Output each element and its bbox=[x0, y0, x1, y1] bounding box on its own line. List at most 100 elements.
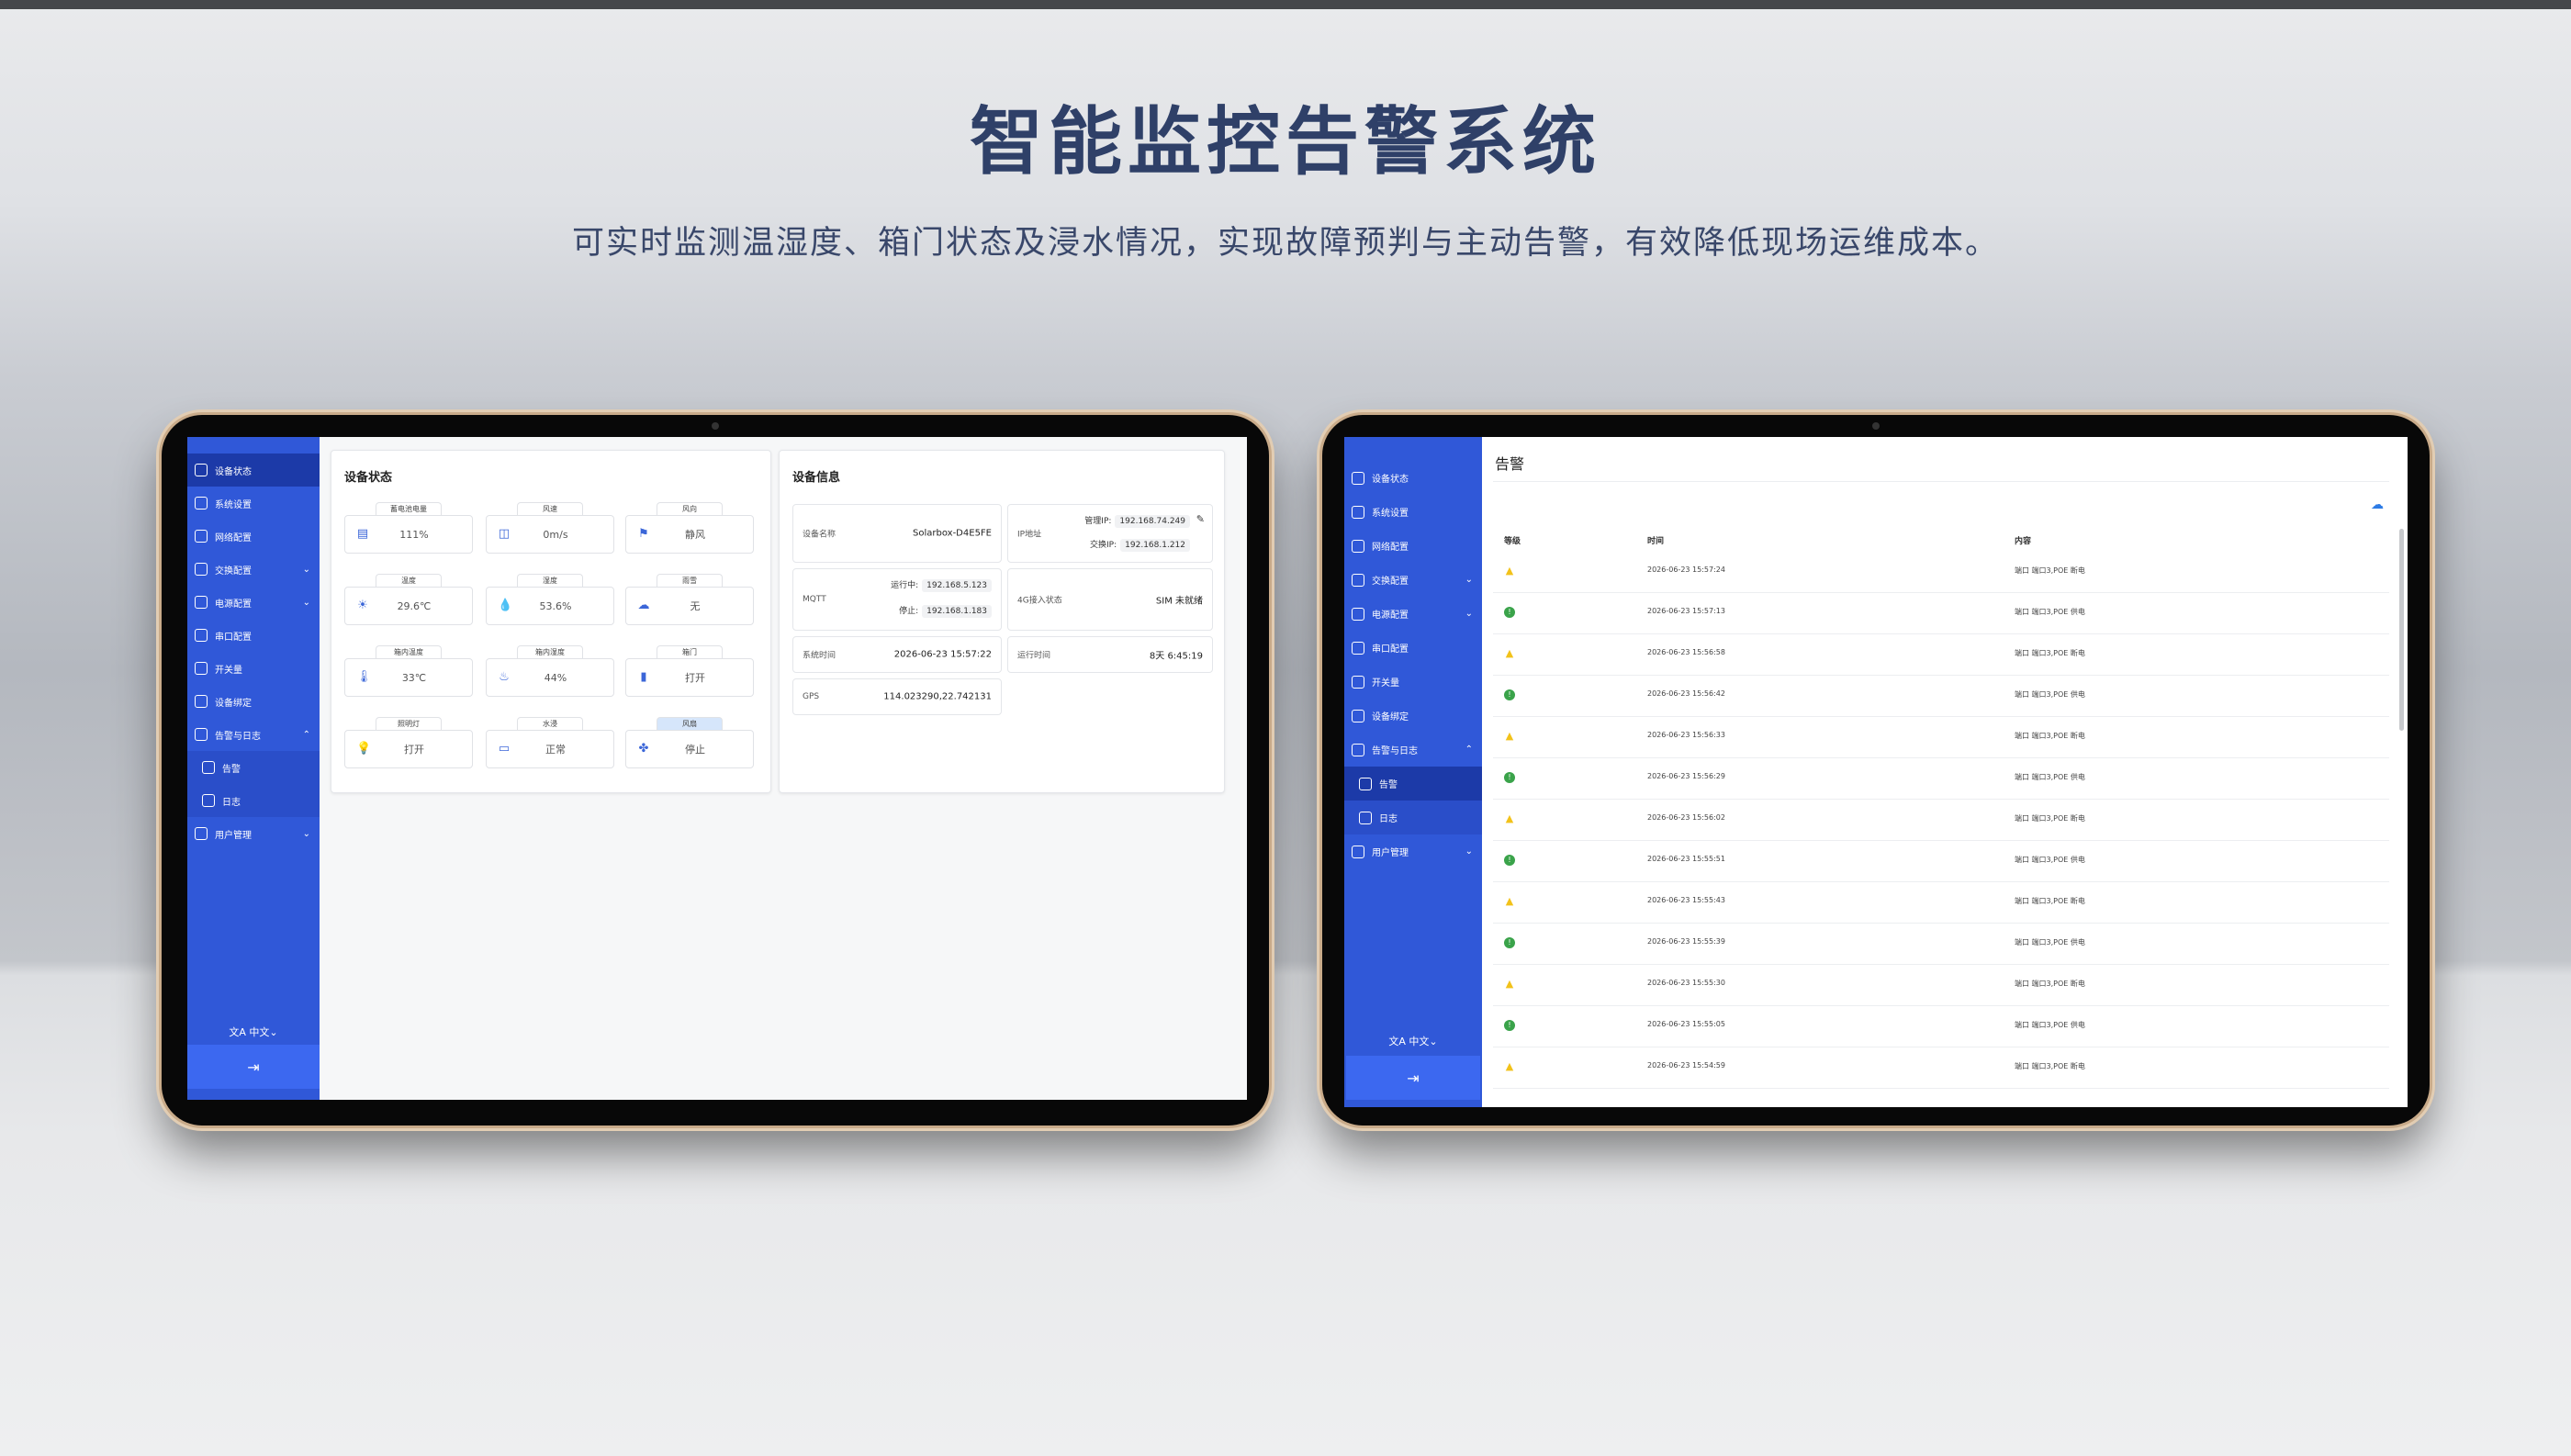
sensor-door: 箱门 ▮ 打开 bbox=[625, 645, 754, 699]
user-icon bbox=[195, 827, 208, 840]
switch-ip-row: 交换IP: 192.168.1.212 bbox=[1090, 538, 1190, 552]
logout-button[interactable]: ⇥ bbox=[187, 1045, 320, 1089]
warning-icon: ▲ bbox=[1505, 895, 1514, 907]
sidebar-item-1[interactable]: 系统设置 bbox=[1344, 495, 1482, 529]
alarm-page-title: 告警 bbox=[1495, 455, 1525, 473]
sensor-value: 0m/s bbox=[543, 528, 568, 541]
alarm-time: 2026-06-23 15:55:43 bbox=[1647, 896, 1725, 904]
sidebar-item-label: 系统设置 bbox=[1372, 509, 1409, 519]
mgmt-ip-label: 管理IP: bbox=[1084, 517, 1112, 526]
lte-status-value: SIM 未就绪 bbox=[1155, 596, 1203, 607]
alarm-time: 2026-06-23 15:57:24 bbox=[1647, 566, 1725, 574]
weather-icon: ☁ bbox=[637, 599, 650, 612]
sidebar-item-10[interactable]: 日志 bbox=[1344, 801, 1482, 834]
sidebar-item-5[interactable]: 串口配置 bbox=[187, 619, 320, 652]
sidebar-item-11[interactable]: 用户管理 ⌄ bbox=[187, 817, 320, 850]
sidebar-item-label: 告警 bbox=[222, 764, 241, 775]
sidebar-item-3[interactable]: 交换配置 ⌄ bbox=[1344, 563, 1482, 597]
sidebar-item-4[interactable]: 电源配置 ⌄ bbox=[187, 586, 320, 619]
toggle-icon bbox=[1352, 675, 1364, 689]
battery-icon bbox=[1352, 607, 1364, 621]
bell-icon bbox=[195, 728, 208, 741]
ok-icon: ! bbox=[1504, 855, 1515, 866]
alarm-time: 2026-06-23 15:57:13 bbox=[1647, 607, 1725, 615]
sidebar-item-0[interactable]: 设备状态 bbox=[1344, 461, 1482, 495]
sensor-weather: 雨雪 ☁ 无 bbox=[625, 574, 754, 627]
mqtt-stop-label: 停止: bbox=[899, 607, 919, 616]
sensor-battery: 蓄电池电量 ▤ 111% bbox=[344, 502, 473, 555]
sidebar-item-label: 开关量 bbox=[1372, 678, 1399, 689]
sidebar-item-7[interactable]: 设备绑定 bbox=[187, 685, 320, 718]
sidebar-item-1[interactable]: 系统设置 bbox=[187, 487, 320, 520]
uptime-value: 8天 6:45:19 bbox=[1149, 651, 1203, 662]
humidity-icon: 💧 bbox=[498, 599, 513, 612]
column-header-time: 时间 bbox=[1647, 537, 1665, 546]
system-time-value: 2026-06-23 15:57:22 bbox=[893, 649, 992, 660]
system-time-box: 系统时间 2026-06-23 15:57:22 bbox=[792, 636, 1002, 673]
sidebar-item-8[interactable]: 告警与日志 ⌃ bbox=[1344, 733, 1482, 767]
document-icon bbox=[1359, 811, 1372, 824]
sidebar-item-5[interactable]: 串口配置 bbox=[1344, 631, 1482, 665]
warning-icon: ▲ bbox=[1505, 730, 1514, 742]
sidebar-item-label: 用户管理 bbox=[1372, 848, 1409, 858]
cloud-download-icon[interactable]: ☁ bbox=[2371, 498, 2384, 512]
edit-icon[interactable]: ✎ bbox=[1196, 513, 1205, 525]
alarm-time: 2026-06-23 15:56:33 bbox=[1647, 731, 1725, 739]
sensor-value: 打开 bbox=[685, 672, 705, 684]
sensor-value: 无 bbox=[690, 600, 701, 612]
sidebar-item-0[interactable]: 设备状态 bbox=[187, 454, 320, 487]
sidebar-item-10[interactable]: 日志 bbox=[187, 784, 320, 817]
sensor-water: 水浸 ▭ 正常 bbox=[486, 717, 614, 770]
sensor-label: 湿度 bbox=[517, 574, 583, 588]
sensor-value-box: 💡 打开 bbox=[344, 730, 473, 768]
column-header-level: 等级 bbox=[1504, 537, 1521, 546]
table-row: ▲ 2026-06-23 15:57:24 端口 端口3,POE 断电 bbox=[1493, 551, 2389, 593]
alarm-content: 端口 端口3,POE 供电 bbox=[2015, 856, 2085, 864]
sidebar-item-label: 用户管理 bbox=[215, 830, 252, 841]
sensor-value-box: 🌡 33℃ bbox=[344, 658, 473, 697]
switch-icon bbox=[1352, 573, 1364, 587]
main-area: 设备状态 蓄电池电量 ▤ 111% 风速 ◫ 0m/s 风向 ⚑ 静风 温度 ☀ 29.6℃ 湿度 💧 53… bbox=[320, 437, 1247, 1100]
sidebar-item-2[interactable]: 网络配置 bbox=[1344, 529, 1482, 563]
table-row: ▲ 2026-06-23 15:55:43 端口 端口3,POE 断电 bbox=[1493, 881, 2389, 924]
sensor-label: 风速 bbox=[517, 502, 583, 516]
alarm-content: 端口 端口3,POE 供电 bbox=[2015, 608, 2085, 616]
warning-icon: ▲ bbox=[1505, 812, 1514, 824]
sidebar-item-6[interactable]: 开关量 bbox=[187, 652, 320, 685]
ok-icon: ! bbox=[1504, 937, 1515, 948]
sidebar-item-8[interactable]: 告警与日志 ⌃ bbox=[187, 718, 320, 751]
sidebar-item-label: 设备状态 bbox=[215, 466, 252, 477]
logout-button[interactable]: ⇥ bbox=[1346, 1056, 1480, 1100]
table-row: ! 2026-06-23 15:55:39 端口 端口3,POE 供电 bbox=[1493, 923, 2389, 965]
sensor-value: 44% bbox=[544, 671, 567, 684]
alarm-content: 端口 端口3,POE 断电 bbox=[2015, 732, 2085, 740]
language-selector[interactable]: 文A 中文⌄ bbox=[187, 1025, 320, 1039]
sidebar-item-11[interactable]: 用户管理 ⌄ bbox=[1344, 834, 1482, 868]
language-selector[interactable]: 文A 中文⌄ bbox=[1344, 1034, 1482, 1048]
alarm-content: 端口 端口3,POE 断电 bbox=[2015, 980, 2085, 988]
scrollbar[interactable] bbox=[2399, 529, 2404, 731]
sidebar-item-9[interactable]: 告警 bbox=[1344, 767, 1482, 801]
left-tablet: 设备状态系统设置 网络配置 交换配置 ⌄ 电源配置 ⌄ 串口配置 开关量 设备绑定 告警与日志 ⌃ 告… bbox=[162, 415, 1269, 1126]
sensor-label: 箱内湿度 bbox=[517, 645, 583, 659]
alarm-time: 2026-06-23 15:55:51 bbox=[1647, 855, 1725, 863]
sidebar-item-2[interactable]: 网络配置 bbox=[187, 520, 320, 553]
right-tablet: 设备状态 系统设置 网络配置 交换配置 ⌄ 电源配置 ⌄ 串口配置 开关量 设备绑定 告警与日志 ⌃ 告… bbox=[1322, 415, 2430, 1126]
sensor-humidity-gauge: 箱内湿度 ♨ 44% bbox=[486, 645, 614, 699]
sidebar-item-4[interactable]: 电源配置 ⌄ bbox=[1344, 597, 1482, 631]
sidebar-item-3[interactable]: 交换配置 ⌄ bbox=[187, 553, 320, 586]
alarm-content: 端口 端口3,POE 断电 bbox=[2015, 649, 2085, 657]
toggle-icon bbox=[195, 662, 208, 675]
table-row: ! 2026-06-23 15:57:13 端口 端口3,POE 供电 bbox=[1493, 592, 2389, 634]
table-row: ! 2026-06-23 15:55:51 端口 端口3,POE 供电 bbox=[1493, 840, 2389, 882]
sensor-sun: 温度 ☀ 29.6℃ bbox=[344, 574, 473, 627]
sidebar-item-7[interactable]: 设备绑定 bbox=[1344, 699, 1482, 733]
table-row: ▲ 2026-06-23 15:56:02 端口 端口3,POE 断电 bbox=[1493, 799, 2389, 841]
sensor-value-box: ☁ 无 bbox=[625, 587, 754, 625]
lamp-icon: 💡 bbox=[356, 742, 372, 756]
lte-status-label: 4G接入状态 bbox=[1017, 596, 1062, 606]
sidebar-item-6[interactable]: 开关量 bbox=[1344, 665, 1482, 699]
mqtt-label: MQTT bbox=[803, 595, 826, 604]
alarm-time: 2026-06-23 15:56:42 bbox=[1647, 689, 1725, 698]
sidebar-item-9[interactable]: 告警 bbox=[187, 751, 320, 784]
